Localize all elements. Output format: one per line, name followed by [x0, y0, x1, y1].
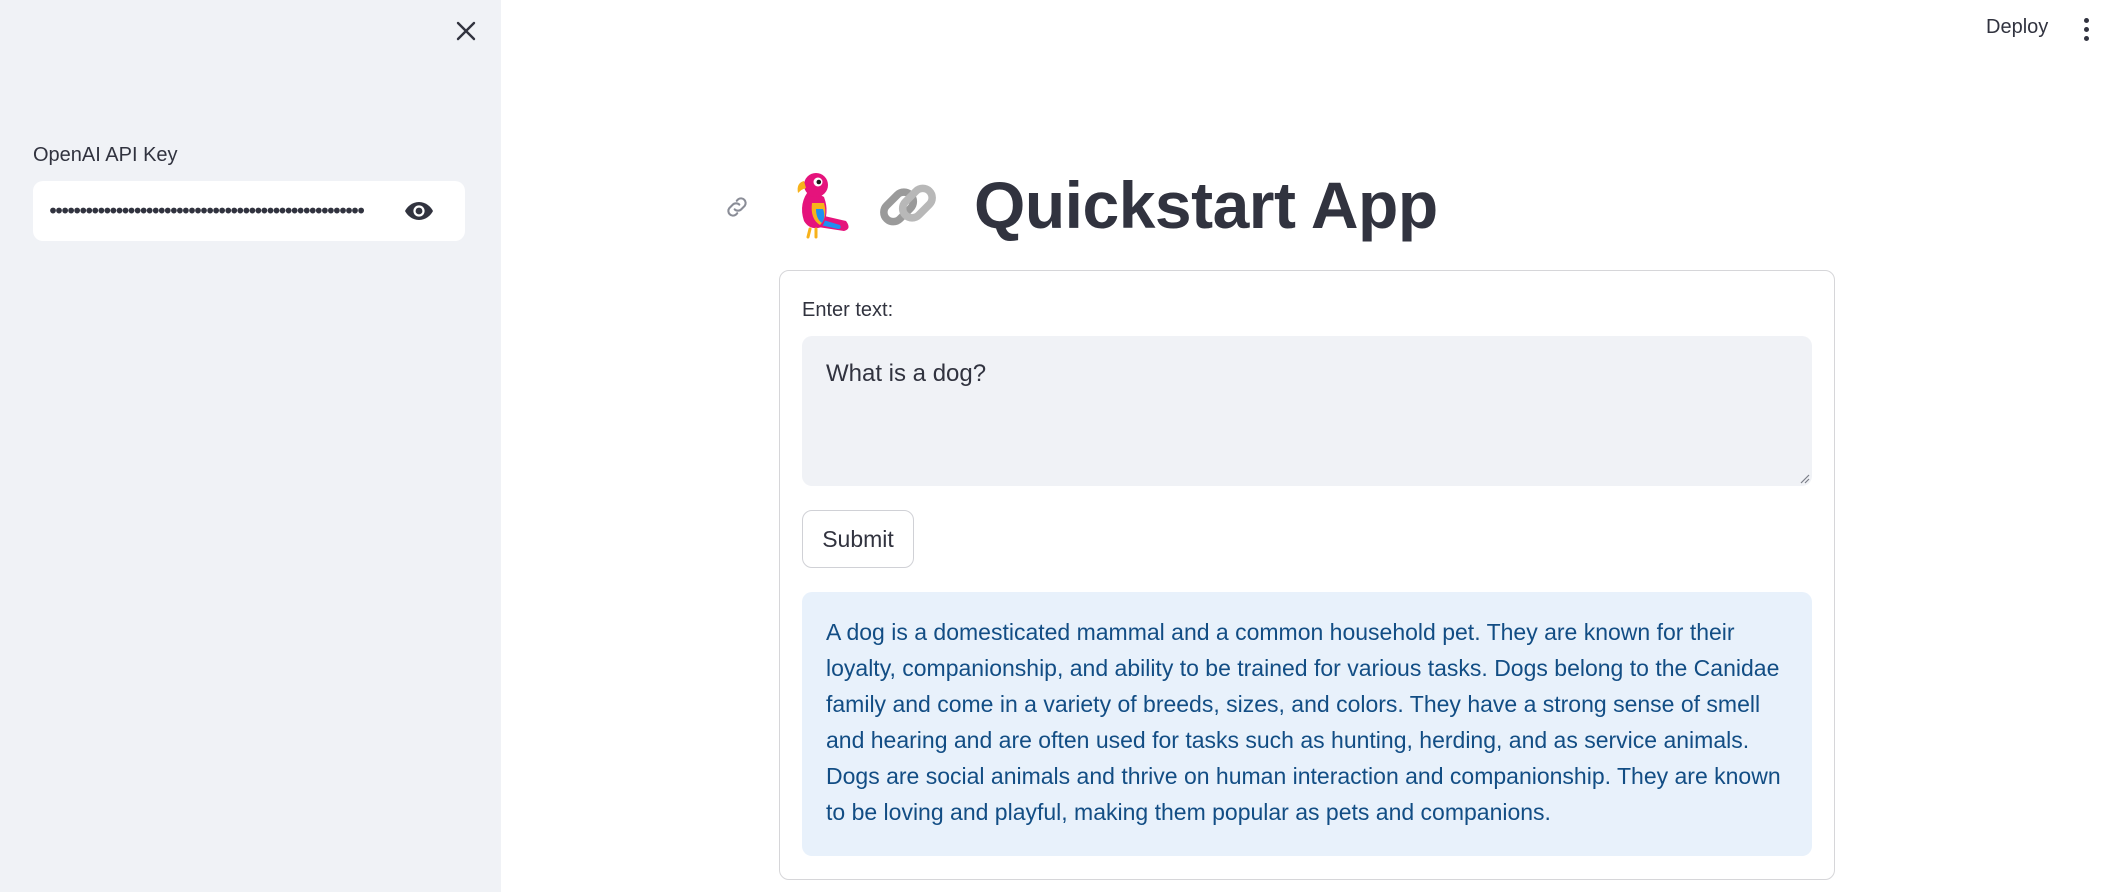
title-anchor-link[interactable]	[720, 190, 754, 224]
api-key-field	[33, 181, 465, 241]
text-input-container: What is a dog?	[802, 336, 1812, 486]
response-info-box: A dog is a domesticated mammal and a com…	[802, 592, 1812, 856]
page-title-row: Quickstart App	[790, 160, 1438, 250]
page-title: Quickstart App	[974, 168, 1438, 242]
text-input-label: Enter text:	[802, 299, 894, 321]
resize-handle-icon[interactable]	[1798, 472, 1810, 484]
close-icon	[456, 21, 476, 41]
parrot-icon	[790, 169, 854, 241]
api-key-input[interactable]	[45, 191, 400, 231]
main-menu-button[interactable]	[2078, 12, 2094, 46]
more-vertical-icon	[2083, 17, 2089, 23]
close-sidebar-button[interactable]	[449, 14, 483, 48]
link-icon	[727, 197, 747, 217]
text-input[interactable]: What is a dog?	[802, 336, 1812, 486]
submit-button[interactable]: Submit	[802, 510, 914, 568]
sidebar: OpenAI API Key	[0, 0, 501, 892]
link-emoji-icon	[876, 169, 940, 241]
api-key-label: OpenAI API Key	[33, 144, 178, 166]
show-password-button[interactable]	[403, 196, 435, 226]
deploy-button[interactable]: Deploy	[1982, 14, 2052, 41]
eye-icon	[405, 202, 433, 220]
query-form: Enter text: What is a dog? Submit A dog …	[779, 270, 1835, 880]
